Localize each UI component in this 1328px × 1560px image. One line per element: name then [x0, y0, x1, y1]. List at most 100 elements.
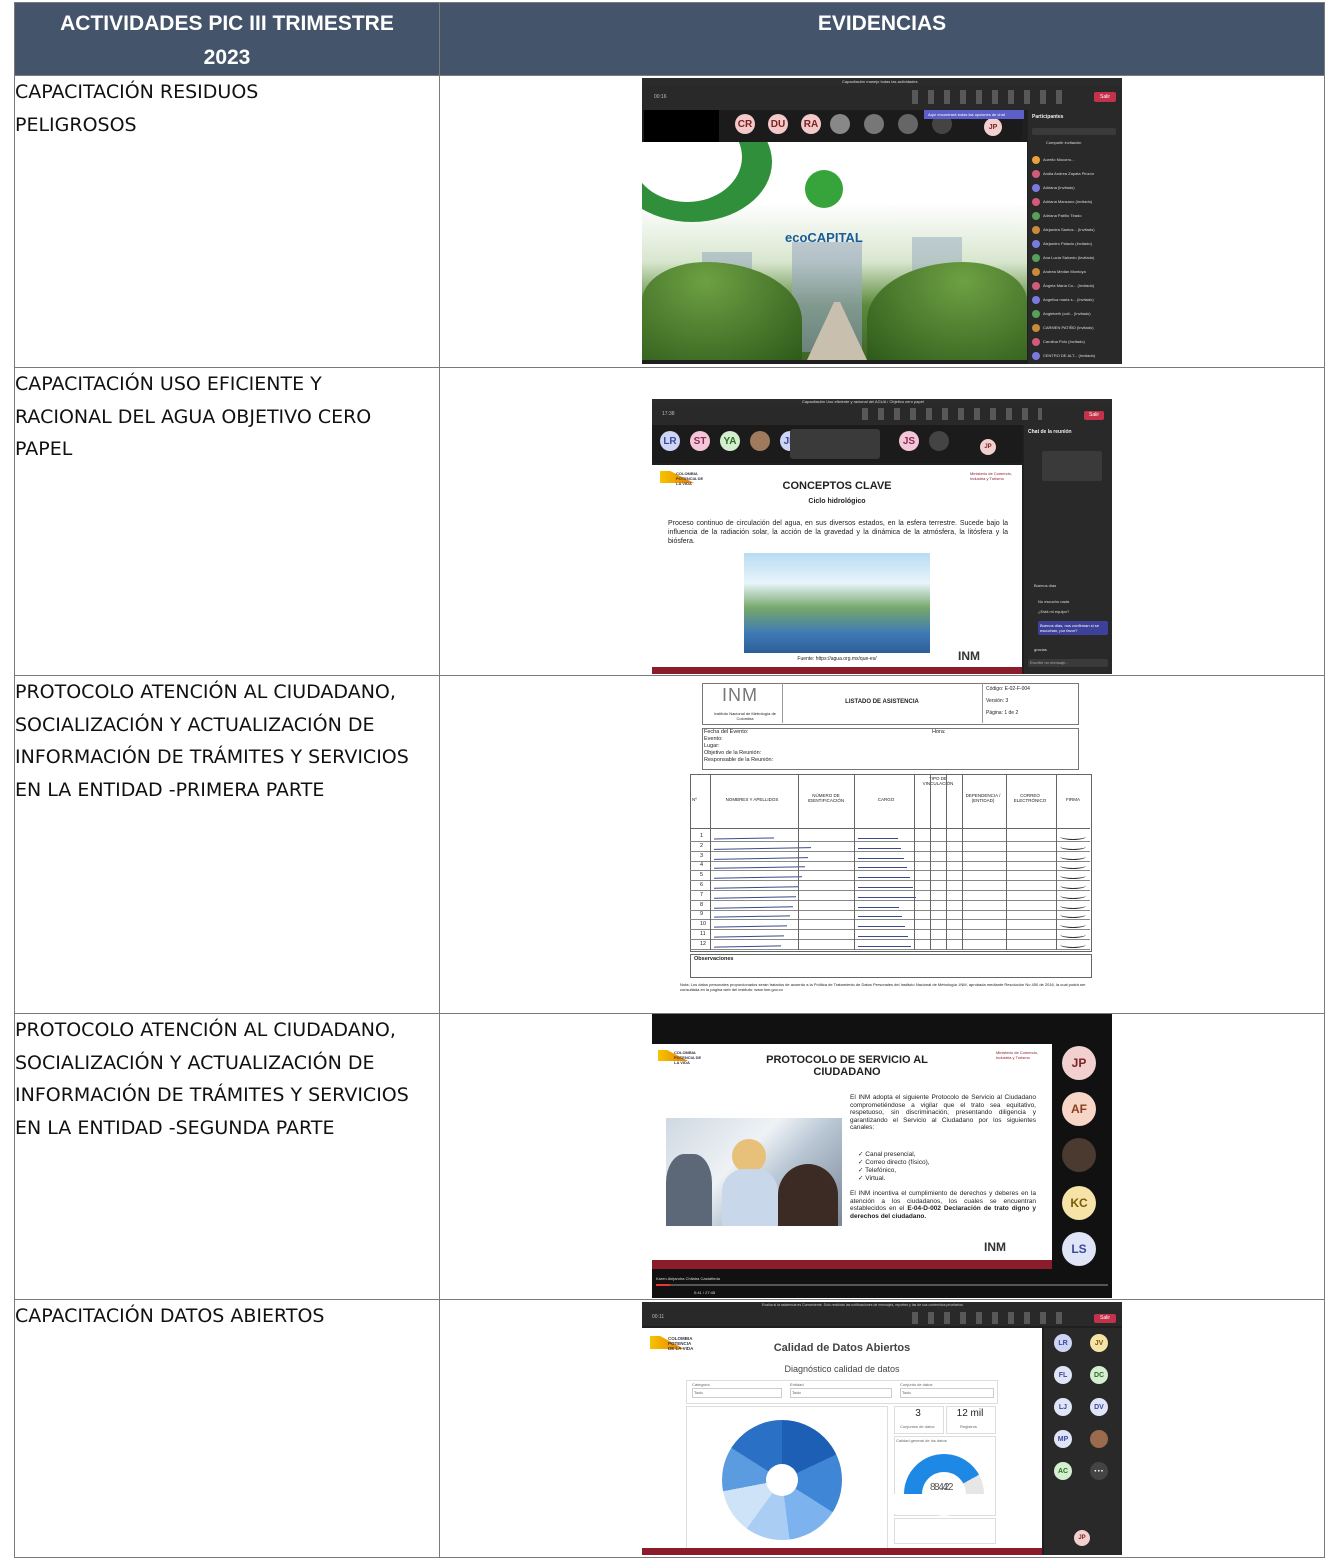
notice-text: Aquí encontrará todas las opciones de ch…: [928, 112, 1005, 117]
participant-name[interactable]: Ángela María Co... (Invitado): [1043, 283, 1094, 288]
channel-item: ✓ Virtual.: [858, 1175, 886, 1182]
row-number: 12: [700, 940, 707, 947]
table-row-line: [690, 880, 1090, 882]
avatar: [929, 431, 949, 451]
toolbar-icons[interactable]: [912, 90, 1072, 104]
handwritten-entry: [858, 855, 904, 859]
activity-text: CAPACITACIÓN RESIDUOS PELIGROSOS: [15, 81, 259, 136]
avatar: [898, 114, 918, 134]
gauge-value: 8.42: [934, 1482, 954, 1493]
row-number: 3: [700, 852, 704, 859]
table-row-line: [690, 870, 1090, 872]
activity-cell: CAPACITACIÓN RESIDUOS PELIGROSOS: [14, 75, 440, 368]
table-row-line: [690, 860, 1090, 862]
field-label: Responsable de la Reunión:: [704, 757, 774, 763]
popup-card: [790, 429, 880, 459]
participant-name[interactable]: Andia Andrea Zapata Pinzón: [1043, 171, 1094, 176]
table-row: CAPACITACIÓN RESIDUOS PELIGROSOS Capacit…: [14, 75, 1325, 368]
ecocapital-logo-icon: [805, 170, 843, 208]
slide-text: El INM adopta el siguiente Protocolo de …: [850, 1094, 1036, 1131]
toolbar-icons[interactable]: [862, 408, 1042, 420]
participant-name[interactable]: CENTRO DE ALT... (Invitado): [1043, 353, 1095, 358]
participant-name[interactable]: Angiebeth (coil... (Invitado): [1043, 311, 1091, 316]
participant-name[interactable]: Ana Lucía Salcedo (Invitado): [1043, 255, 1094, 260]
participant-name[interactable]: Adriana (Invitado): [1043, 185, 1075, 190]
table-row-line: [690, 909, 1090, 911]
table-row: PROTOCOLO ATENCIÓN AL CIUDADANO, SOCIALI…: [14, 1013, 1325, 1300]
participant-avatar: [1032, 212, 1040, 220]
participant-name[interactable]: Angelica maria s... (Invitado): [1043, 297, 1094, 302]
chat-message: No escucho nada: [1038, 599, 1070, 604]
hour-label: Hora:: [932, 729, 946, 735]
participant-name[interactable]: Carolina Polo (Invitado): [1043, 339, 1085, 344]
table-row-line: [690, 841, 1090, 842]
avatar: RA: [801, 114, 821, 134]
shared-slide: ecoCAPITAL: [642, 142, 1027, 360]
date-panel: [894, 1518, 996, 1544]
evidence-cell: INM Instituto Nacional de Metrología de …: [439, 675, 1325, 1014]
participant-name[interactable]: Andrea Medán Montoya: [1043, 269, 1086, 274]
filter-select[interactable]: [790, 1388, 892, 1398]
leave-button[interactable]: Salir: [1094, 1314, 1116, 1323]
shared-slide: COLOMBIA POTENCIA DE LA VIDA Calidad de …: [642, 1328, 1042, 1550]
signature-mark: [1060, 941, 1086, 948]
toolbar-icons[interactable]: [912, 1312, 1072, 1324]
slide-subtitle: Diagnóstico calidad de datos: [784, 1364, 900, 1374]
participant-avatar: [1032, 282, 1040, 290]
leave-button[interactable]: Salir: [1084, 411, 1104, 420]
header-activities: ACTIVIDADES PIC III TRIMESTRE 2023: [14, 2, 440, 76]
invite-button[interactable]: Compartir invitación: [1046, 140, 1081, 145]
filter-select[interactable]: [900, 1388, 994, 1398]
participant-avatar: [1032, 324, 1040, 332]
participant-avatar: [1032, 170, 1040, 178]
participant-avatar: [1062, 1138, 1096, 1172]
participant-name[interactable]: Alejandra Santos... (Invitado): [1043, 227, 1095, 232]
table-row-line: [690, 939, 1090, 940]
participant-name[interactable]: Adriana Patiño Tirado: [1043, 213, 1081, 218]
signature-mark: [1060, 853, 1086, 860]
row-number: 11: [700, 931, 706, 937]
search-input[interactable]: [1032, 128, 1116, 135]
column-line: [914, 774, 915, 950]
column-line: [798, 774, 799, 950]
participant-avatar: KC: [1062, 1186, 1096, 1220]
attendance-list-scan: INM Instituto Nacional de Metrología de …: [672, 676, 1097, 1006]
doc-page: Página: 1 de 2: [986, 710, 1019, 716]
handwritten-entry: [858, 923, 905, 928]
col-header: FIRMA: [1066, 797, 1080, 802]
signature-mark: [1060, 902, 1086, 909]
participant-name[interactable]: Adriana Manzano (Invitado): [1043, 199, 1092, 204]
inm-logo: INM: [984, 1240, 1006, 1254]
doc-version: Versión: 3: [986, 698, 1009, 704]
handwritten-entry: [858, 933, 908, 937]
filter-select[interactable]: [692, 1388, 782, 1398]
participant-avatar: [1032, 240, 1040, 248]
avatar: DU: [768, 114, 788, 134]
slide-title: Calidad de Datos Abiertos: [773, 1342, 911, 1354]
activity-cell: CAPACITACIÓN USO EFICIENTE Y RACIONAL DE…: [14, 367, 440, 676]
participant-name[interactable]: Alejandro Palacio (Invitado): [1043, 241, 1092, 246]
participant-name[interactable]: Aurelio Mocorro...: [1043, 157, 1075, 162]
kpi-value: 12 mil: [956, 1408, 984, 1419]
row-number: 7: [700, 891, 704, 898]
more-participants[interactable]: ···: [1090, 1462, 1108, 1480]
participant-avatar: [1032, 254, 1040, 262]
screenshot-protocol-slide: COLOMBIA POTENCIA DE LA VIDA Ministerio …: [652, 1014, 1112, 1298]
participant-avatar: [1032, 296, 1040, 304]
participant-avatar: MP: [1054, 1430, 1072, 1448]
progress-bar[interactable]: [656, 1284, 1108, 1286]
handwritten-entry: [858, 835, 898, 839]
inm-caption: Instituto Nacional de Metrología de Colo…: [714, 711, 776, 721]
leave-button[interactable]: Salir: [1094, 92, 1116, 102]
chat-title: Chat de la reunión: [1028, 429, 1072, 435]
window-title: Capacitación Uso eficiente y racional de…: [802, 399, 924, 404]
field-label: Lugar:: [704, 743, 720, 749]
table-header-row: ACTIVIDADES PIC III TRIMESTRE 2023 EVIDE…: [14, 2, 1325, 76]
filter-value: Todo: [792, 1390, 801, 1395]
event-fields: [702, 728, 1079, 770]
participant-avatar: LJ: [1054, 1398, 1072, 1416]
participant-name[interactable]: CARMEN PATIÑO (Invitado): [1043, 325, 1094, 330]
handwritten-entry: [858, 913, 902, 918]
handwritten-entry: [858, 884, 913, 888]
handwritten-entry: [858, 904, 899, 908]
